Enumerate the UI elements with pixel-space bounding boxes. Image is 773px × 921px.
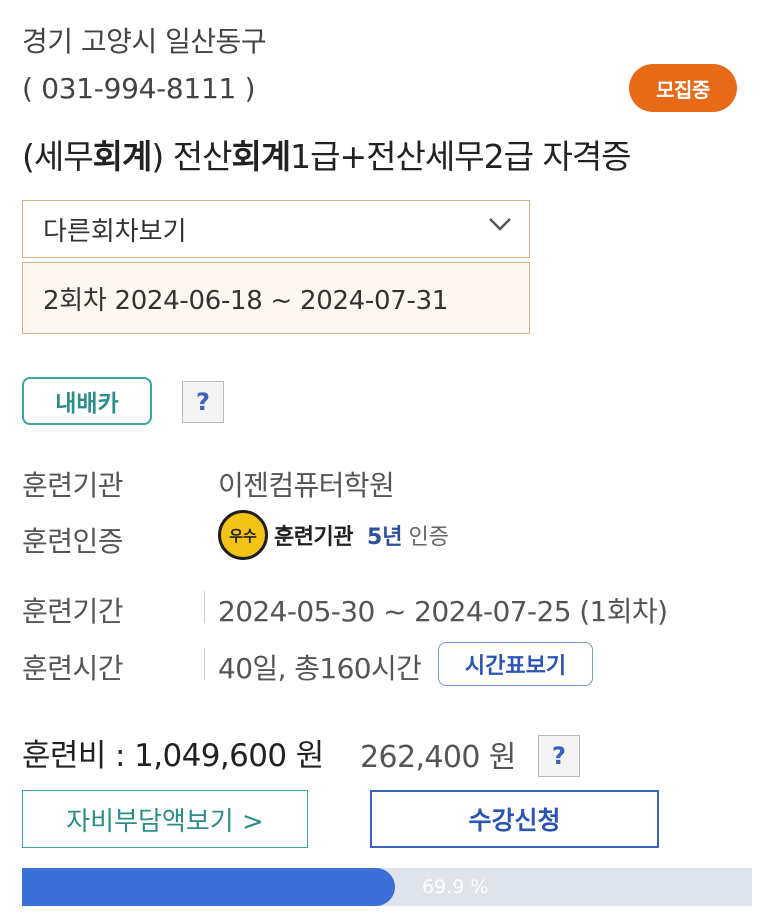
excellent-badge-icon: 우수 xyxy=(218,510,268,560)
region-text: 경기 고양시 일산동구 xyxy=(22,25,267,58)
cert-years: 5년 xyxy=(366,525,403,550)
schedule-button[interactable]: 시간표보기 xyxy=(438,642,593,686)
card-badge: 내배카 xyxy=(22,377,152,425)
current-round: 2회차 2024-06-18 ~ 2024-07-31 xyxy=(22,262,530,334)
hours-label: 훈련시간 xyxy=(22,652,124,685)
institution-label: 훈련기관 xyxy=(22,469,124,502)
self-pay-button[interactable]: 자비부담액보기 > xyxy=(22,790,308,848)
phone-number: ( 031-994-8111 ) xyxy=(22,72,256,105)
divider xyxy=(204,591,205,623)
cert-suffix: 인증 xyxy=(408,525,450,550)
cert-row: 우수 훈련기관 5년 인증 xyxy=(218,510,449,560)
hours-value: 40일, 총160시간 xyxy=(218,652,422,685)
fee-help-button[interactable]: ? xyxy=(538,735,580,777)
cert-label: 훈련인증 xyxy=(22,525,124,558)
institution-value: 이젠컴퓨터학원 xyxy=(218,469,395,502)
enrollment-progress: 69.9 % xyxy=(22,868,752,906)
apply-button[interactable]: 수강신청 xyxy=(370,790,659,848)
self-pay-amount: 262,400 원 xyxy=(360,740,516,775)
chevron-down-icon xyxy=(489,218,511,231)
card-help-button[interactable]: ? xyxy=(182,381,224,423)
progress-label: 69.9 % xyxy=(422,876,489,898)
progress-fill: 69.9 % xyxy=(22,868,488,906)
period-label: 훈련기간 xyxy=(22,595,124,628)
status-badge: 모집중 xyxy=(629,64,737,112)
round-select-label: 다른회차보기 xyxy=(43,216,187,247)
course-title: (세무회계) 전산회계1급+전산세무2급 자격증 xyxy=(22,137,632,176)
divider xyxy=(204,648,205,680)
period-value: 2024-05-30 ~ 2024-07-25 (1회차) xyxy=(218,595,668,628)
round-select[interactable]: 다른회차보기 xyxy=(22,200,530,258)
cert-text: 훈련기관 xyxy=(274,525,353,550)
fee-label: 훈련비 : 1,049,600 원 xyxy=(22,738,324,774)
